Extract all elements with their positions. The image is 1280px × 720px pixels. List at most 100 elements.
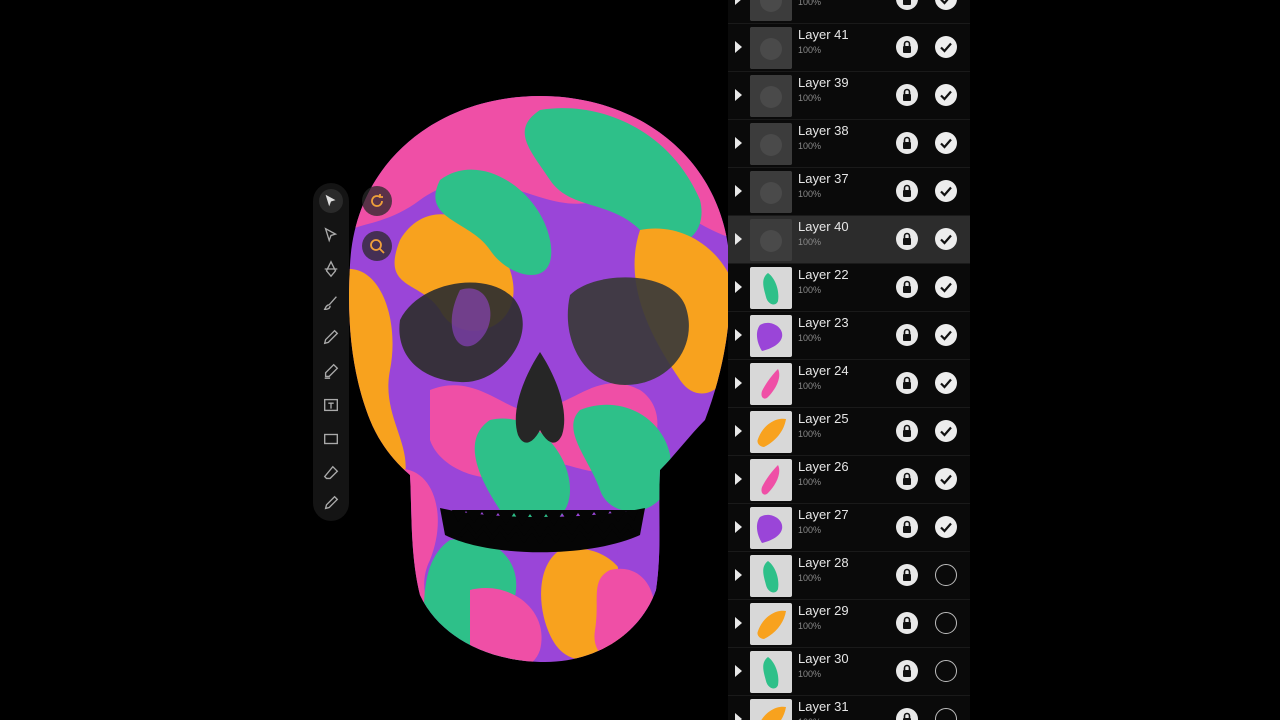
lock-icon[interactable] — [896, 660, 918, 682]
visible-check-icon[interactable] — [935, 228, 957, 250]
layer-opacity: 100% — [798, 333, 822, 343]
layer-name: Layer 26 — [798, 459, 849, 474]
expand-arrow-icon[interactable] — [735, 137, 742, 149]
lock-icon[interactable] — [896, 228, 918, 250]
eyedropper-tool[interactable] — [319, 491, 343, 515]
lock-icon[interactable] — [896, 36, 918, 58]
layer-row[interactable]: Layer 41 100% — [728, 24, 970, 72]
rotate-icon — [371, 194, 383, 207]
layer-thumbnail — [750, 555, 792, 597]
layer-row[interactable]: Layer 40 100% — [728, 216, 970, 264]
expand-arrow-icon[interactable] — [735, 89, 742, 101]
layer-name: Layer 38 — [798, 123, 849, 138]
layer-row[interactable]: Layer 39 100% — [728, 72, 970, 120]
visible-check-icon[interactable] — [935, 324, 957, 346]
layer-row[interactable]: Layer 22 100% — [728, 264, 970, 312]
pointer-icon — [325, 194, 336, 207]
pencil-tool[interactable] — [319, 325, 343, 349]
hidden-circle-icon[interactable] — [935, 708, 957, 720]
visible-check-icon[interactable] — [935, 132, 957, 154]
lock-icon[interactable] — [896, 564, 918, 586]
expand-arrow-icon[interactable] — [735, 233, 742, 245]
expand-arrow-icon[interactable] — [735, 521, 742, 533]
lock-icon[interactable] — [896, 516, 918, 538]
layer-row[interactable]: Layer 31100% — [728, 696, 970, 720]
layer-name: Layer 37 — [798, 171, 849, 186]
expand-arrow-icon[interactable] — [735, 329, 742, 341]
expand-arrow-icon[interactable] — [735, 473, 742, 485]
select-tool[interactable] — [319, 189, 343, 213]
layer-name: Layer 27 — [798, 507, 849, 522]
visible-check-icon[interactable] — [935, 516, 957, 538]
rotate-button[interactable] — [362, 186, 392, 216]
eraser-tool[interactable] — [319, 461, 343, 485]
visible-check-icon[interactable] — [935, 372, 957, 394]
layer-opacity: 100% — [798, 573, 822, 583]
layer-name: Layer 22 — [798, 267, 849, 282]
lock-icon[interactable] — [896, 708, 918, 720]
visible-check-icon[interactable] — [935, 0, 957, 10]
lock-icon[interactable] — [896, 324, 918, 346]
layer-row[interactable]: Layer 30 100% — [728, 648, 970, 696]
layer-thumbnail — [750, 459, 792, 501]
visible-check-icon[interactable] — [935, 420, 957, 442]
lock-icon[interactable] — [896, 180, 918, 202]
lock-icon[interactable] — [896, 468, 918, 490]
zoom-button[interactable] — [362, 231, 392, 261]
layer-name: Layer 23 — [798, 315, 849, 330]
visible-check-icon[interactable] — [935, 36, 957, 58]
layer-row[interactable]: Layer 23 100% — [728, 312, 970, 360]
layer-opacity: 100% — [798, 93, 822, 103]
visible-check-icon[interactable] — [935, 180, 957, 202]
layer-row[interactable]: Layer 24 100% — [728, 360, 970, 408]
expand-arrow-icon[interactable] — [735, 425, 742, 437]
pencil-icon — [323, 329, 339, 345]
lock-icon[interactable] — [896, 372, 918, 394]
expand-arrow-icon[interactable] — [735, 377, 742, 389]
expand-arrow-icon[interactable] — [735, 617, 742, 629]
brush-tool[interactable] — [319, 291, 343, 315]
layer-row[interactable]: Layer 26 100% — [728, 456, 970, 504]
marker-tool[interactable] — [319, 359, 343, 383]
layer-row[interactable]: Layer 29 100% — [728, 600, 970, 648]
canvas-area[interactable]: 100% Layer 41 100% Layer 39 100% Layer 38 100%… — [0, 0, 1280, 720]
text-tool[interactable] — [319, 393, 343, 417]
layer-row[interactable]: Layer 27 100% — [728, 504, 970, 552]
lock-icon[interactable] — [896, 276, 918, 298]
expand-arrow-icon[interactable] — [735, 0, 742, 5]
expand-arrow-icon[interactable] — [735, 41, 742, 53]
layer-thumbnail — [750, 267, 792, 309]
layer-name: Layer 25 — [798, 411, 849, 426]
layer-thumbnail — [750, 651, 792, 693]
expand-arrow-icon[interactable] — [735, 281, 742, 293]
lock-icon[interactable] — [896, 612, 918, 634]
lock-icon[interactable] — [896, 132, 918, 154]
visible-check-icon[interactable] — [935, 276, 957, 298]
layer-opacity: 100% — [798, 237, 822, 247]
pen-tool[interactable] — [319, 257, 343, 281]
lock-icon[interactable] — [896, 84, 918, 106]
layer-opacity: 100% — [798, 525, 822, 535]
transform-tool[interactable] — [319, 223, 343, 247]
layer-row[interactable]: Layer 37 100% — [728, 168, 970, 216]
expand-arrow-icon[interactable] — [735, 665, 742, 677]
expand-arrow-icon[interactable] — [735, 185, 742, 197]
hidden-circle-icon[interactable] — [935, 564, 957, 586]
layer-thumbnail — [750, 219, 792, 261]
layer-row[interactable]: Layer 28 100% — [728, 552, 970, 600]
visible-check-icon[interactable] — [935, 84, 957, 106]
layer-row[interactable]: 100% — [728, 0, 970, 24]
hidden-circle-icon[interactable] — [935, 612, 957, 634]
expand-arrow-icon[interactable] — [735, 713, 742, 720]
lock-icon[interactable] — [896, 0, 918, 10]
layer-row[interactable]: Layer 38 100% — [728, 120, 970, 168]
layer-row[interactable]: Layer 25 100% — [728, 408, 970, 456]
visible-check-icon[interactable] — [935, 468, 957, 490]
hidden-circle-icon[interactable] — [935, 660, 957, 682]
expand-arrow-icon[interactable] — [735, 569, 742, 581]
layer-opacity: 100% — [798, 189, 822, 199]
layer-opacity: 100% — [798, 285, 822, 295]
layer-thumbnail — [750, 699, 792, 720]
rectangle-tool[interactable] — [319, 427, 343, 451]
lock-icon[interactable] — [896, 420, 918, 442]
